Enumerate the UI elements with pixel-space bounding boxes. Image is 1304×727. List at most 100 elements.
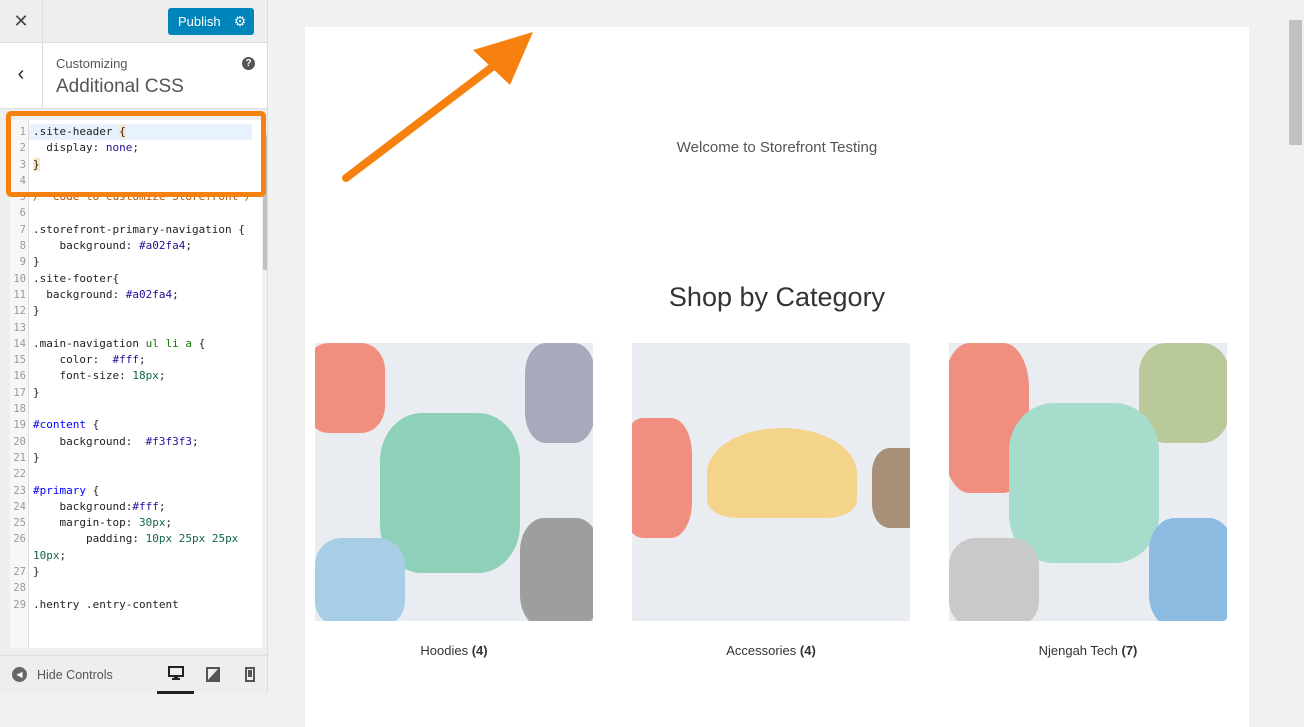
line-number: 27 [13,566,26,579]
code-text[interactable]: margin-top: 30px; [29,515,252,531]
category-image[interactable] [632,343,910,621]
code-line[interactable]: 11 background: #a02fa4; [10,287,252,303]
code-text[interactable]: background: #f3f3f3; [29,434,252,450]
code-token: ; [158,369,166,383]
mobile-icon [244,667,255,682]
code-text[interactable]: display: none; [29,140,252,156]
editor-scrollbar[interactable] [262,120,267,648]
code-text[interactable]: /* Code to customize Storefront*/ [29,189,252,205]
hide-controls-button[interactable]: ◀ Hide Controls [12,667,157,682]
code-text[interactable]: } [29,564,252,580]
category-image[interactable] [315,343,593,621]
code-text[interactable]: } [29,450,252,466]
code-token: background: [33,499,133,513]
code-line[interactable]: 15 color: #fff; [10,352,252,368]
code-token: } [33,255,40,269]
code-line[interactable]: 6 [10,205,252,221]
category-hoodies[interactable]: Hoodies (4) [315,343,593,658]
code-token: background: [33,239,139,253]
code-line[interactable]: 27} [10,564,252,580]
code-text[interactable]: font-size: 18px; [29,368,252,384]
code-text[interactable] [29,205,252,221]
code-line[interactable]: 14 .main-navigation ul li a { [10,336,252,352]
code-line[interactable]: 5 /* Code to customize Storefront*/ [10,189,252,205]
code-token: .hentry .entry-content [33,597,179,611]
code-line[interactable]: 16 font-size: 18px; [10,368,252,384]
line-number: 24 [13,500,26,513]
code-text[interactable]: background: #a02fa4; [29,287,252,303]
customizer-header: ✕ Publish ⚙ [0,0,267,43]
back-chevron-icon[interactable]: ‹ [0,43,43,109]
code-line[interactable]: 2 display: none; [10,140,252,156]
code-line[interactable]: 9} [10,254,252,270]
code-text[interactable] [29,466,252,482]
shop-by-category-heading: Shop by Category [668,282,886,312]
line-number: 28 [13,582,26,595]
line-number: 18 [13,403,26,416]
code-line[interactable]: 25 margin-top: 30px; [10,515,252,531]
category-njengah-tech[interactable]: Njengah Tech (7) [949,343,1227,658]
code-text[interactable]: .site-header { [29,124,252,141]
code-text[interactable]: .main-navigation ul li a { [29,336,252,352]
code-text[interactable] [29,173,252,189]
code-line[interactable]: 4 [10,173,252,189]
code-line[interactable]: 19 #content { [10,417,252,433]
code-token: #primary [33,483,86,497]
code-text[interactable] [29,401,252,417]
code-line[interactable]: 28 [10,580,252,596]
line-number: 7 [19,223,26,236]
line-number: 22 [13,468,26,481]
code-token: ul li a [145,336,192,350]
code-token: } [33,450,40,464]
code-line[interactable]: 21} [10,450,252,466]
code-line[interactable]: 17} [10,385,252,401]
code-token: /* Code to customize Storefront*/ [33,190,252,204]
code-line[interactable]: 1 .site-header { [10,124,252,141]
code-text[interactable]: .hentry .entry-content [29,597,252,613]
publish-button[interactable]: Publish ⚙ [168,8,254,35]
preview-desktop-button[interactable] [157,656,194,694]
section-title: Additional CSS [56,76,184,97]
line-number: 16 [13,370,26,383]
scrollbar-thumb[interactable] [263,135,267,270]
code-line[interactable]: 22 [10,466,252,482]
collapse-icon: ◀ [12,667,27,682]
code-text[interactable]: } [29,157,252,173]
code-text[interactable]: color: #fff; [29,352,252,368]
code-line[interactable]: 18 [10,401,252,417]
code-token: #f3f3f3 [145,434,192,448]
code-line[interactable]: 13 [10,320,252,336]
code-line[interactable]: 7 .storefront-primary-navigation { [10,222,252,238]
css-code-editor[interactable]: 1 .site-header {2 display: none; 3} 4 5/* C… [10,120,267,648]
code-line[interactable]: 3} [10,157,252,173]
category-image[interactable] [949,343,1227,621]
code-text[interactable]: background: #a02fa4; [29,238,252,254]
code-text[interactable] [29,580,252,596]
code-line[interactable]: 26 padding: 10px 25px 25px 10px; [10,531,252,564]
category-accessories[interactable]: Accessories (4) [632,343,910,658]
code-text[interactable]: } [29,385,252,401]
code-text[interactable]: } [29,254,252,270]
code-line[interactable]: 29 .hentry .entry-content [10,597,252,613]
code-text[interactable]: .site-footer{ [29,271,252,287]
code-text[interactable]: #primary { [29,483,252,499]
code-line[interactable]: 20 background: #f3f3f3; [10,434,252,450]
code-text[interactable]: #content { [29,417,252,433]
code-line[interactable]: 10 .site-footer{ [10,271,252,287]
scrollbar-thumb[interactable] [1289,20,1302,145]
help-icon[interactable]: ? [242,57,255,70]
code-text[interactable]: .storefront-primary-navigation { [29,222,252,238]
code-line[interactable]: 23 #primary { [10,483,252,499]
close-icon[interactable]: ✕ [0,0,43,42]
code-line[interactable]: 24 background:#fff; [10,499,252,515]
gear-icon[interactable]: ⚙ [226,13,254,30]
code-line[interactable]: 12} [10,303,252,319]
code-line[interactable]: 8 background: #a02fa4; [10,238,252,254]
code-text[interactable]: background:#fff; [29,499,252,515]
preview-mobile-button[interactable] [231,656,268,694]
preview-tablet-button[interactable] [194,656,231,694]
code-text[interactable]: } [29,303,252,319]
code-text[interactable] [29,320,252,336]
preview-scrollbar[interactable] [1287,0,1304,693]
code-text[interactable]: padding: 10px 25px 25px 10px; [29,531,252,564]
